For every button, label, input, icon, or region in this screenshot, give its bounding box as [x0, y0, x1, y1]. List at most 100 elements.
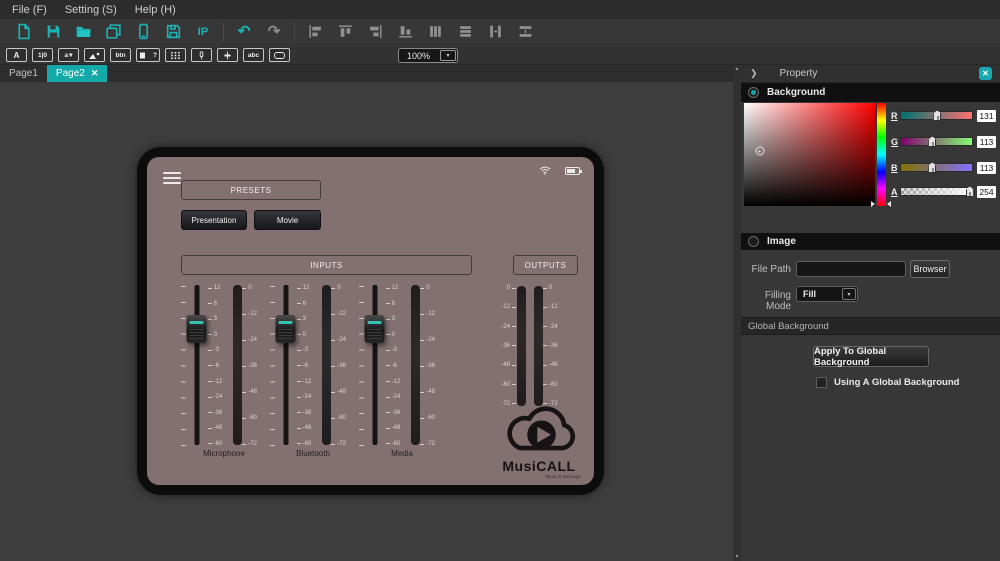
outputs-group[interactable]: OUTPUTS: [513, 255, 578, 275]
blue-slider[interactable]: [900, 163, 973, 172]
menu-item[interactable]: Setting (S): [65, 4, 117, 16]
distribute-rows-icon[interactable]: [450, 21, 480, 43]
panel-scrollbar[interactable]: ▲ ▼: [733, 65, 741, 561]
color-cursor[interactable]: [755, 147, 764, 156]
scroll-down-icon[interactable]: ▼: [735, 553, 740, 561]
matrix-widget-icon[interactable]: [165, 48, 186, 62]
main-toolbar: IP ↶ ↷: [0, 19, 1000, 45]
output-meter-right: [534, 286, 543, 406]
panel-close-icon[interactable]: ✕: [979, 67, 992, 80]
fader-media[interactable]: [372, 285, 377, 445]
fader-widget-icon[interactable]: [217, 48, 238, 62]
button-widget-icon[interactable]: btn: [110, 48, 131, 62]
file-path-input[interactable]: [796, 261, 906, 277]
slider-knob[interactable]: [928, 136, 936, 147]
green-value[interactable]: 113: [977, 136, 996, 148]
undo-icon[interactable]: ↶: [229, 21, 259, 43]
global-background-header: Global Background: [741, 317, 1000, 335]
ip-config-icon[interactable]: IP: [188, 21, 218, 43]
browser-button[interactable]: Browser: [910, 260, 950, 278]
blue-value[interactable]: 113: [977, 162, 996, 174]
zoom-value[interactable]: 100%: [399, 51, 440, 61]
level-meter: [233, 285, 242, 445]
menu-item[interactable]: File (F): [12, 4, 47, 16]
save-as-icon[interactable]: [158, 21, 188, 43]
text-widget-icon[interactable]: A: [6, 48, 27, 62]
tab-page2[interactable]: Page2 ✕: [47, 65, 107, 82]
filling-mode-dropdown[interactable]: Fill ▾: [796, 286, 858, 302]
fader-handle[interactable]: [365, 315, 385, 343]
fader-handle[interactable]: [187, 315, 207, 343]
fader-handle[interactable]: [276, 315, 296, 343]
blue-slider-row: B 113: [891, 162, 997, 173]
red-label: R: [891, 111, 900, 121]
align-top-icon[interactable]: [330, 21, 360, 43]
distribute-columns-icon[interactable]: [420, 21, 450, 43]
battery-icon: [565, 167, 580, 175]
switch-widget-icon[interactable]: 1|0: [32, 48, 53, 62]
open-folder-icon[interactable]: [68, 21, 98, 43]
panel-screen[interactable]: PRESETS Presentation Movie INPUTS OUTPUT…: [147, 157, 594, 485]
alpha-slider[interactable]: [900, 187, 973, 196]
space-vertical-icon[interactable]: [510, 21, 540, 43]
zoom-control[interactable]: 100% ▾: [398, 48, 458, 63]
status-bar: [539, 162, 580, 180]
apply-global-background-button[interactable]: Apply To Global Background: [813, 346, 929, 367]
fader-microphone[interactable]: [194, 285, 199, 445]
hue-slider[interactable]: [877, 103, 886, 206]
align-left-icon[interactable]: [300, 21, 330, 43]
green-slider[interactable]: [900, 137, 973, 146]
fader-bluetooth[interactable]: [283, 285, 288, 445]
design-canvas[interactable]: PRESETS Presentation Movie INPUTS OUTPUT…: [0, 82, 733, 561]
image-radio[interactable]: [748, 236, 759, 247]
filling-mode-value: Fill: [797, 289, 842, 299]
duplicate-window-icon[interactable]: [98, 21, 128, 43]
image-section-header[interactable]: Image: [741, 233, 1000, 250]
level-meter: [322, 285, 331, 445]
red-slider[interactable]: [900, 111, 973, 120]
dropdown-arrow-icon[interactable]: ▾: [842, 288, 856, 300]
align-bottom-icon[interactable]: [390, 21, 420, 43]
saturation-value-picker[interactable]: [744, 103, 875, 206]
space-horizontal-icon[interactable]: [480, 21, 510, 43]
slider-widget-icon[interactable]: [191, 48, 212, 62]
output-meter-left: [517, 286, 526, 406]
new-file-icon[interactable]: [8, 21, 38, 43]
panel-widget-icon[interactable]: [269, 48, 290, 62]
red-value[interactable]: 131: [977, 110, 996, 122]
blue-label: B: [891, 163, 900, 173]
toggle-widget-icon[interactable]: ?: [136, 48, 160, 62]
label-widget-icon[interactable]: abc: [243, 48, 264, 62]
slider-knob[interactable]: [928, 162, 936, 173]
combobox-widget-icon[interactable]: a▾: [58, 48, 79, 62]
redo-icon[interactable]: ↷: [259, 21, 289, 43]
scroll-up-icon[interactable]: ▲: [735, 65, 740, 73]
mobile-device-icon[interactable]: [128, 21, 158, 43]
image-widget-icon[interactable]: [84, 48, 105, 62]
cloud-play-icon: [496, 397, 582, 459]
green-label: G: [891, 137, 900, 147]
channel-label: Microphone: [181, 449, 267, 458]
zoom-dropdown-icon[interactable]: ▾: [440, 50, 456, 61]
hamburger-menu-icon[interactable]: [163, 172, 181, 187]
inputs-group[interactable]: INPUTS: [181, 255, 472, 275]
preset-button-movie[interactable]: Movie: [254, 210, 321, 230]
background-section-header[interactable]: Background: [741, 83, 1000, 102]
global-background-label: Global Background: [748, 321, 829, 332]
tab-page1[interactable]: Page1: [0, 65, 47, 82]
global-background-checkbox[interactable]: [816, 377, 827, 388]
fader-scale: 12630-3-6-12-24-36-48-60: [386, 285, 411, 447]
background-label: Background: [767, 87, 825, 98]
save-icon[interactable]: [38, 21, 68, 43]
background-radio[interactable]: [748, 87, 759, 98]
presets-group[interactable]: PRESETS: [181, 180, 321, 200]
menu-item[interactable]: Help (H): [135, 4, 176, 16]
hue-marker-left-icon: [871, 201, 875, 207]
preset-button-presentation[interactable]: Presentation: [181, 210, 247, 230]
collapse-chevron-icon[interactable]: ❯: [750, 68, 758, 79]
slider-knob[interactable]: [966, 186, 974, 197]
slider-knob[interactable]: [933, 110, 941, 121]
alpha-value[interactable]: 254: [977, 186, 996, 198]
align-right-icon[interactable]: [360, 21, 390, 43]
tab-close-icon[interactable]: ✕: [91, 68, 99, 79]
